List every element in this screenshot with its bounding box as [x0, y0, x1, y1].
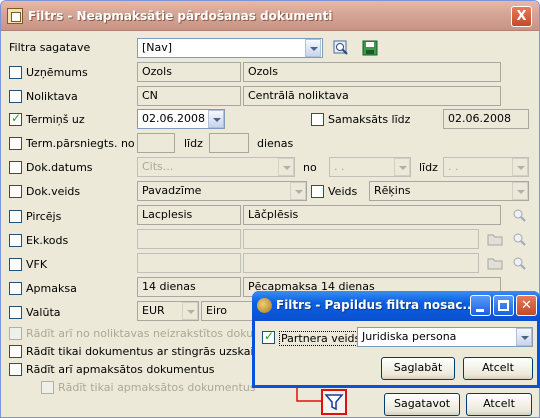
- buyer-checkbox[interactable]: [9, 210, 22, 223]
- partner-type-dropdown[interactable]: [516, 328, 532, 346]
- doc-date-period-dropdown[interactable]: [278, 158, 294, 176]
- window-title: Filtrs - Neapmaksātie pārdošanas dokumen…: [28, 9, 333, 23]
- show-paid-label: Rādīt arī apmaksātos dokumentus: [26, 363, 215, 376]
- additional-filter-popup: Filtrs - Papildus filtra nosac... ✕ Part…: [252, 291, 540, 388]
- magnifier-icon[interactable]: [511, 207, 527, 223]
- term-exceeded-checkbox[interactable]: [9, 137, 22, 150]
- show-only-paid-label: Rādīt tikai apmaksātos dokumentus: [58, 381, 256, 394]
- term-to-label: līdz: [184, 137, 203, 150]
- payment-checkbox[interactable]: [9, 282, 22, 295]
- minimize-button[interactable]: [470, 295, 491, 316]
- show-strict-checkbox[interactable]: [9, 345, 22, 358]
- due-label: Termiņš uz: [26, 113, 85, 126]
- currency-checkbox[interactable]: [9, 306, 22, 319]
- branch-name-field: Centrālā noliktava: [243, 86, 501, 106]
- vfk-checkbox[interactable]: [9, 258, 22, 271]
- doc-type-label: Dok.veids: [26, 185, 81, 198]
- doc-date-checkbox[interactable]: [9, 161, 22, 174]
- folder-icon[interactable]: [487, 255, 503, 271]
- payment-label: Apmaksa: [26, 282, 77, 295]
- ek-code-name-field: [243, 229, 479, 249]
- vfk-field[interactable]: [137, 253, 241, 273]
- magnifier-icon[interactable]: [333, 40, 349, 56]
- partner-type-select[interactable]: Juridiska persona: [357, 327, 533, 347]
- buyer-code-field[interactable]: Lacplesis: [137, 205, 241, 225]
- ek-code-checkbox[interactable]: [9, 234, 22, 247]
- branch-label: Noliktava: [26, 90, 78, 103]
- popup-app-icon: [257, 298, 272, 313]
- template-dropdown-button[interactable]: [305, 39, 321, 57]
- company-label: Uzņēmums: [26, 66, 88, 79]
- popup-title: Filtrs - Papildus filtra nosac...: [276, 298, 477, 312]
- kind-label: Veids: [328, 185, 358, 198]
- show-paid-checkbox[interactable]: [9, 363, 22, 376]
- magnifier-icon[interactable]: [511, 231, 527, 247]
- buyer-name-field: Lāčplēsis: [243, 205, 501, 225]
- currency-dropdown[interactable]: [182, 302, 198, 320]
- popup-close-button[interactable]: ✕: [516, 295, 537, 316]
- branch-code-field[interactable]: CN: [137, 86, 241, 106]
- term-days-label: dienas: [257, 137, 294, 150]
- show-only-paid-checkbox[interactable]: [41, 381, 54, 394]
- title-bar: Filtrs - Neapmaksātie pārdošanas dokumen…: [1, 1, 539, 31]
- cancel-button[interactable]: Atcelt: [466, 393, 532, 416]
- template-label: Filtra sagatave: [9, 41, 91, 54]
- doc-date-label: Dok.datums: [26, 161, 93, 174]
- paid-until-date-field[interactable]: 02.06.2008: [443, 109, 529, 129]
- company-checkbox[interactable]: [9, 66, 22, 79]
- partner-type-checkbox[interactable]: [262, 329, 275, 344]
- popup-save-button[interactable]: Saglabāt: [381, 357, 455, 380]
- term-from-field[interactable]: [137, 133, 175, 153]
- due-checkbox[interactable]: [9, 111, 22, 126]
- folder-icon[interactable]: [487, 231, 503, 247]
- kind-checkbox[interactable]: [311, 185, 324, 198]
- doc-date-from-label: no: [303, 161, 317, 174]
- vfk-label: VFK: [26, 258, 48, 271]
- paid-until-label: Samaksāts līdz: [328, 113, 411, 126]
- paid-until-checkbox[interactable]: [311, 113, 324, 126]
- currency-label: Valūta: [26, 306, 61, 319]
- term-to-field[interactable]: [209, 133, 249, 153]
- doc-date-period-select[interactable]: Cits...: [137, 157, 295, 177]
- company-name-field: Ozols: [243, 62, 501, 82]
- app-icon: [7, 8, 23, 24]
- payment-code-field[interactable]: 14 dienas: [137, 277, 241, 297]
- save-template-button[interactable]: Sagatavot: [384, 393, 460, 416]
- due-date-dropdown-button[interactable]: [208, 110, 224, 128]
- doc-type-dropdown[interactable]: [290, 182, 306, 200]
- doc-type-select[interactable]: Pavadzīme: [137, 181, 307, 201]
- kind-select[interactable]: Rēķins: [369, 181, 529, 201]
- show-unregistered-checkbox[interactable]: [9, 327, 22, 340]
- save-icon[interactable]: [362, 40, 378, 56]
- company-code-field[interactable]: Ozols: [137, 62, 241, 82]
- vfk-name-field: [243, 253, 479, 273]
- doc-date-from-dropdown[interactable]: [394, 158, 410, 176]
- doc-date-to-dropdown[interactable]: [512, 158, 528, 176]
- doc-type-checkbox[interactable]: [9, 185, 22, 198]
- ek-code-field[interactable]: [137, 229, 241, 249]
- buyer-label: Pircējs: [26, 210, 62, 223]
- term-exceeded-label: Term.pārsniegts. no: [26, 137, 135, 150]
- popup-cancel-button[interactable]: Atcelt: [463, 357, 533, 380]
- doc-date-to-label: līdz: [419, 161, 438, 174]
- partner-type-label: Partnera veids: [279, 331, 363, 346]
- close-button[interactable]: X: [511, 6, 532, 27]
- ek-code-label: Ek.kods: [26, 234, 69, 247]
- maximize-button[interactable]: [493, 295, 514, 316]
- magnifier-icon[interactable]: [511, 255, 527, 271]
- popup-title-bar: Filtrs - Papildus filtra nosac... ✕: [252, 291, 540, 321]
- kind-dropdown[interactable]: [512, 182, 528, 200]
- template-select[interactable]: [Nav]: [137, 38, 323, 58]
- branch-checkbox[interactable]: [9, 90, 22, 103]
